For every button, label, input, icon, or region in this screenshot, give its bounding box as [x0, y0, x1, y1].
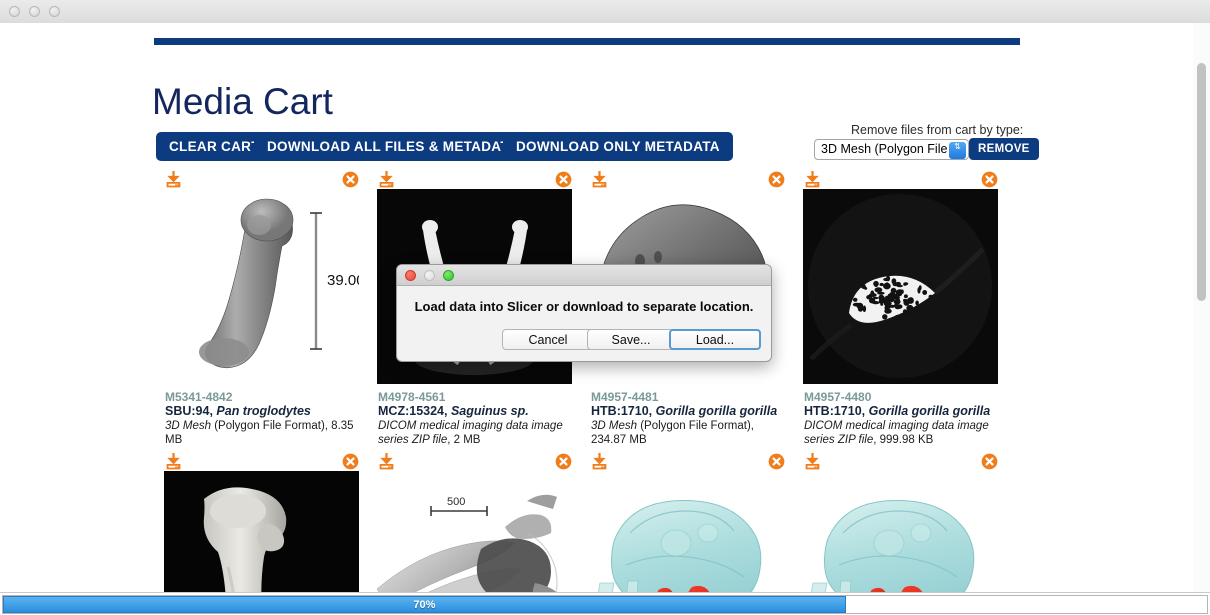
dialog-message: Load data into Slicer or download to sep…: [397, 299, 771, 314]
cart-item: 39.00M5341-4842SBU:94, Pan troglodytes3D…: [154, 171, 366, 447]
download-icon[interactable]: [591, 453, 608, 470]
cart-item-thumbnail[interactable]: 39.00: [164, 189, 359, 384]
download-all-files-and-metadata-button[interactable]: DOWNLOAD ALL FILES & METADATA: [254, 132, 531, 161]
remove-circle-icon[interactable]: [342, 171, 359, 188]
cart-item-caption: M4957-4481HTB:1710, Gorilla gorilla gori…: [591, 390, 791, 447]
download-progress-strip: 70%: [0, 592, 1210, 615]
cart-item-description: 3D Mesh (Polygon File Format), 234.87 MB: [591, 419, 791, 447]
dialog-maximize-button[interactable]: [443, 270, 454, 281]
download-icon[interactable]: [378, 453, 395, 470]
remove-by-type-button[interactable]: REMOVE: [969, 138, 1039, 160]
dialog-close-button[interactable]: [405, 270, 416, 281]
remove-by-type-label: Remove files from cart by type:: [851, 123, 1023, 137]
cart-item-filetype: 3D Mesh: [591, 420, 637, 432]
dialog-cancel-button[interactable]: Cancel: [502, 329, 594, 350]
cart-item-actions: [580, 171, 792, 188]
cart-item-actions: [367, 171, 579, 188]
dialog-save-button[interactable]: Save...: [587, 329, 675, 350]
cart-item-catalog: HTB:1710,: [804, 404, 869, 418]
cart-item-id: M5341-4842: [165, 390, 365, 404]
cart-item-title: HTB:1710, Gorilla gorilla gorilla: [804, 404, 1004, 419]
page-title: Media Cart: [152, 81, 333, 123]
download-icon[interactable]: [165, 453, 182, 470]
cart-item-filesize: , 2 MB: [447, 434, 480, 446]
cart-item-title: HTB:1710, Gorilla gorilla gorilla: [591, 404, 791, 419]
cart-item-actions: [580, 453, 792, 470]
remove-circle-icon[interactable]: [768, 171, 785, 188]
cart-item-description: DICOM medical imaging data image series …: [804, 419, 1004, 447]
cart-item-catalog: HTB:1710,: [591, 404, 656, 418]
download-only-metadata-button[interactable]: DOWNLOAD ONLY METADATA: [503, 132, 733, 161]
slicer-load-dialog: Load data into Slicer or download to sep…: [396, 264, 772, 362]
remove-circle-icon[interactable]: [981, 453, 998, 470]
download-icon[interactable]: [165, 171, 182, 188]
remove-circle-icon[interactable]: [555, 171, 572, 188]
cart-item-taxon: Gorilla gorilla gorilla: [869, 404, 991, 418]
cart-item-actions: [154, 171, 366, 188]
cart-item: M4957-4480HTB:1710, Gorilla gorilla gori…: [793, 171, 1005, 447]
browser-window: Media Cart CLEAR CART DOWNLOAD ALL FILES…: [0, 0, 1210, 615]
dialog-load-button[interactable]: Load...: [669, 329, 761, 350]
cart-item-thumbnail[interactable]: [164, 471, 359, 592]
cart-item-title: MCZ:15324, Saguinus sp.: [378, 404, 578, 419]
file-type-select-value: 3D Mesh (Polygon File: [821, 142, 947, 156]
window-close-button[interactable]: [9, 6, 20, 17]
cart-item-actions: [154, 453, 366, 470]
cart-item-description: 3D Mesh (Polygon File Format), 8.35 MB: [165, 419, 365, 447]
cart-item-filesize: , 999.98 KB: [873, 434, 933, 446]
svg-text:500: 500: [447, 496, 465, 508]
cart-item-description: DICOM medical imaging data image series …: [378, 419, 578, 447]
progress-percent-label: 70%: [3, 596, 846, 615]
download-icon[interactable]: [591, 171, 608, 188]
cart-item-caption: M4957-4480HTB:1710, Gorilla gorilla gori…: [804, 390, 1004, 447]
cart-item-id: M4957-4480: [804, 390, 1004, 404]
cart-item-caption: M4978-4561MCZ:15324, Saguinus sp.DICOM m…: [378, 390, 578, 447]
remove-circle-icon[interactable]: [981, 171, 998, 188]
header-rule: [154, 38, 1020, 45]
cart-item-actions: [793, 453, 1005, 470]
cart-item-caption: M5341-4842SBU:94, Pan troglodytes3D Mesh…: [165, 390, 365, 447]
chevron-updown-icon: ⇅: [949, 142, 966, 159]
cart-item-thumbnail[interactable]: [803, 471, 998, 592]
download-icon[interactable]: [804, 171, 821, 188]
progress-track: 70%: [2, 595, 1208, 614]
cart-item-taxon: Saguinus sp.: [451, 404, 529, 418]
page-scrollbar[interactable]: [1192, 23, 1210, 592]
file-type-select[interactable]: 3D Mesh (Polygon File ⇅: [814, 139, 969, 160]
cart-item-id: M4978-4561: [378, 390, 578, 404]
cart-item-id: M4957-4481: [591, 390, 791, 404]
cart-item-taxon: Pan troglodytes: [216, 404, 310, 418]
download-icon[interactable]: [804, 453, 821, 470]
cart-item: [154, 453, 366, 592]
cart-item: [580, 453, 792, 592]
window-minimize-button[interactable]: [29, 6, 40, 17]
cart-item-title: SBU:94, Pan troglodytes: [165, 404, 365, 419]
cart-item-thumbnail[interactable]: 500: [377, 471, 572, 592]
download-icon[interactable]: [378, 171, 395, 188]
cart-item-actions: [367, 453, 579, 470]
cart-item-catalog: SBU:94,: [165, 404, 216, 418]
cart-item-thumbnail[interactable]: [590, 471, 785, 592]
cart-item: 500: [367, 453, 579, 592]
cart-item-thumbnail[interactable]: [803, 189, 998, 384]
browser-titlebar: [0, 0, 1210, 24]
cart-item-taxon: Gorilla gorilla gorilla: [656, 404, 778, 418]
page-scrollbar-thumb[interactable]: [1197, 63, 1206, 301]
svg-text:39.00: 39.00: [327, 272, 359, 289]
window-maximize-button[interactable]: [49, 6, 60, 17]
cart-item-filetype: 3D Mesh: [165, 420, 211, 432]
dialog-titlebar: [397, 265, 771, 286]
remove-circle-icon[interactable]: [555, 453, 572, 470]
cart-item-catalog: MCZ:15324,: [378, 404, 451, 418]
cart-item: [793, 453, 1005, 592]
dialog-minimize-button[interactable]: [424, 270, 435, 281]
cart-item-actions: [793, 171, 1005, 188]
remove-circle-icon[interactable]: [768, 453, 785, 470]
remove-circle-icon[interactable]: [342, 453, 359, 470]
